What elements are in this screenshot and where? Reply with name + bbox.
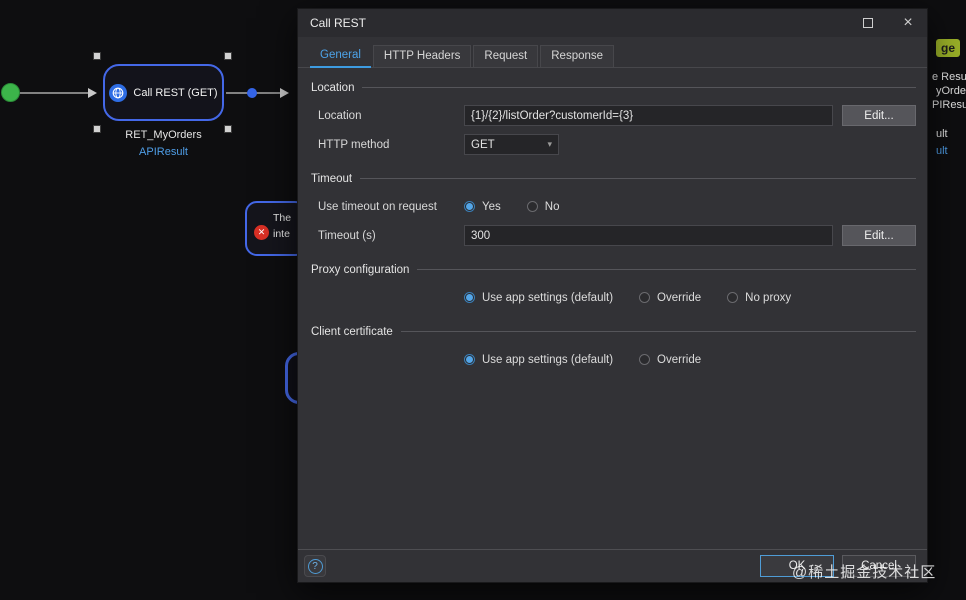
- call-rest-activity-node[interactable]: Call REST (GET): [103, 64, 224, 121]
- close-button[interactable]: ×: [891, 9, 925, 37]
- close-icon: ×: [903, 14, 913, 31]
- dialog-title: Call REST: [310, 16, 367, 30]
- client-certificate-group-header: Client certificate: [311, 324, 916, 339]
- radio-timeout-no[interactable]: No: [526, 200, 560, 213]
- tab-general-content: Location Location Edit... HTTP method GE…: [298, 68, 927, 549]
- selection-handle-bottom-left[interactable]: [93, 125, 101, 133]
- call-rest-dialog: Call REST × General HTTP Headers Request…: [297, 8, 928, 583]
- radio-unselected-icon: [727, 292, 739, 303]
- http-method-dropdown[interactable]: GET ▾: [464, 134, 559, 155]
- dialog-footer: ? OK Cancel: [298, 549, 927, 582]
- timeout-edit-button[interactable]: Edit...: [842, 225, 916, 246]
- cancel-button[interactable]: Cancel: [842, 555, 916, 577]
- radio-selected-icon: [464, 354, 475, 365]
- help-icon: ?: [307, 558, 323, 574]
- annotation-text-line1: The: [273, 212, 292, 224]
- use-timeout-label: Use timeout on request: [318, 200, 437, 213]
- radio-timeout-yes-label: Yes: [482, 200, 501, 213]
- edge-badge-fragment: ge: [936, 39, 961, 57]
- radio-cert-app-settings-label: Use app settings (default): [482, 353, 614, 366]
- tab-general[interactable]: General: [310, 45, 371, 68]
- timeout-seconds-row: Timeout (s) Edit...: [311, 221, 916, 250]
- edge-text-fragment-1: e Resu: [932, 71, 966, 83]
- call-rest-node-variable[interactable]: APIResult: [93, 146, 234, 158]
- edge-text-fragment-3: PIResu: [932, 99, 966, 111]
- radio-proxy-override[interactable]: Override: [639, 292, 701, 304]
- tab-response[interactable]: Response: [540, 45, 615, 67]
- group-divider: [400, 331, 916, 332]
- http-method-row: HTTP method GET ▾: [311, 130, 916, 159]
- maximize-button[interactable]: [851, 9, 885, 37]
- radio-cert-app-settings[interactable]: Use app settings (default): [464, 354, 613, 366]
- client-certificate-group-title: Client certificate: [311, 325, 393, 338]
- group-divider: [362, 87, 916, 88]
- timeout-group-title: Timeout: [311, 172, 353, 185]
- dialog-tabstrip: General HTTP Headers Request Response: [298, 37, 927, 68]
- radio-unselected-icon: [639, 354, 651, 365]
- radio-proxy-app-settings-label: Use app settings (default): [482, 291, 614, 304]
- radio-cert-override[interactable]: Override: [639, 354, 701, 366]
- radio-timeout-no-label: No: [544, 200, 560, 213]
- radio-proxy-none-label: No proxy: [745, 291, 792, 304]
- selection-handle-top-right[interactable]: [224, 52, 232, 60]
- timeout-group: Timeout Use timeout on request Yes No Ti…: [311, 171, 916, 250]
- location-group-title: Location: [311, 81, 355, 94]
- call-rest-globe-icon: [109, 83, 128, 102]
- selection-handle-bottom-right[interactable]: [224, 125, 232, 133]
- location-group-header: Location: [311, 80, 916, 95]
- tab-request[interactable]: Request: [473, 45, 539, 67]
- timeout-group-header: Timeout: [311, 171, 916, 186]
- certificate-options-row: Use app settings (default) Override: [311, 345, 916, 374]
- radio-proxy-app-settings[interactable]: Use app settings (default): [464, 292, 613, 304]
- edge-text-fragment-2: yOrde: [936, 85, 966, 97]
- radio-proxy-none[interactable]: No proxy: [727, 292, 791, 304]
- timeout-input[interactable]: [464, 225, 833, 246]
- dialog-titlebar[interactable]: Call REST ×: [298, 9, 927, 37]
- location-row: Location Edit...: [311, 101, 916, 130]
- client-certificate-group: Client certificate Use app settings (def…: [311, 324, 916, 374]
- start-event-node[interactable]: [1, 83, 20, 102]
- http-method-value: GET: [471, 138, 495, 151]
- group-divider: [417, 269, 916, 270]
- selection-handle-top-left[interactable]: [93, 52, 101, 60]
- radio-selected-icon: [464, 292, 475, 303]
- radio-timeout-yes[interactable]: Yes: [464, 201, 501, 213]
- use-timeout-row: Use timeout on request Yes No: [311, 192, 916, 221]
- edge-text-fragment-5: ult: [936, 145, 948, 157]
- call-rest-node-caption: RET_MyOrders: [125, 129, 202, 141]
- ok-button[interactable]: OK: [760, 555, 834, 577]
- connector-midpoint-dot: [247, 88, 257, 98]
- microflow-editor-screen: Call REST (GET) RET_MyOrders APIResult ✕…: [0, 0, 966, 600]
- proxy-group-title: Proxy configuration: [311, 263, 410, 276]
- maximize-icon: [863, 18, 873, 28]
- location-group: Location Location Edit... HTTP method GE…: [311, 80, 916, 159]
- chevron-down-icon: ▾: [547, 139, 552, 149]
- timeout-seconds-label: Timeout (s): [318, 229, 376, 242]
- radio-selected-icon: [464, 201, 475, 212]
- call-rest-node-label: Call REST (GET): [133, 86, 218, 99]
- group-divider: [360, 178, 916, 179]
- proxy-group-header: Proxy configuration: [311, 262, 916, 277]
- annotation-text-line2: inte: [273, 228, 290, 240]
- http-method-label: HTTP method: [318, 138, 390, 151]
- proxy-options-row: Use app settings (default) Override No p…: [311, 283, 916, 312]
- error-icon: ✕: [254, 225, 269, 240]
- radio-cert-override-label: Override: [657, 353, 702, 366]
- connector-arrowhead-out: [280, 88, 289, 98]
- radio-proxy-override-label: Override: [657, 291, 702, 304]
- location-edit-button[interactable]: Edit...: [842, 105, 916, 126]
- radio-unselected-icon: [526, 201, 538, 212]
- tab-http-headers[interactable]: HTTP Headers: [372, 45, 472, 67]
- location-input[interactable]: [464, 105, 833, 126]
- edge-text-fragment-4: ult: [936, 128, 948, 140]
- help-button[interactable]: ?: [304, 555, 326, 577]
- radio-unselected-icon: [639, 292, 651, 303]
- location-field-label: Location: [318, 109, 362, 122]
- proxy-group: Proxy configuration Use app settings (de…: [311, 262, 916, 312]
- connector-arrowhead-in: [88, 88, 97, 98]
